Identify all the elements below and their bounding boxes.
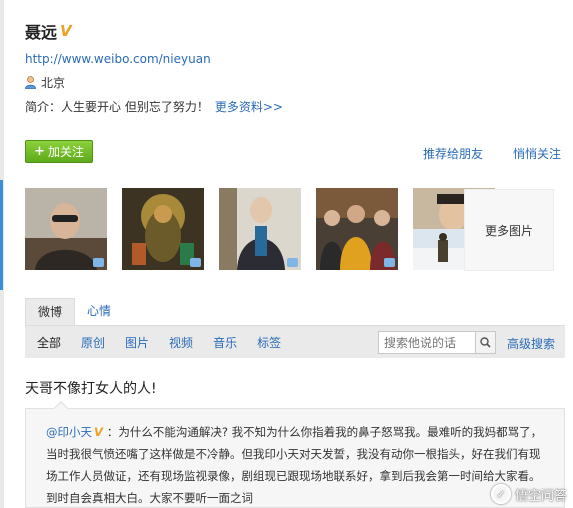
quoted-post: @印小天 V ：为什么不能沟通解决? 我不知为什么你指着我的鼻子怒骂我。最难听的我妈… <box>25 400 565 508</box>
feed-tabs-area: 微博 心情 全部 原创 图片 视频 音乐 标签 高级搜索 <box>25 298 565 358</box>
intro-text: 人生要开心 但别忘了努力！ <box>61 100 209 114</box>
watermark: ✓ 悟空问答 <box>490 484 567 504</box>
profile-name: 聂远 <box>25 23 58 42</box>
tab-bar: 微博 心情 <box>25 298 565 325</box>
quiet-follow-link[interactable]: 悄悄关注 <box>513 145 561 162</box>
tab-weibo[interactable]: 微博 <box>25 298 76 325</box>
recommend-to-friend-link[interactable]: 推荐给朋友 <box>423 145 483 162</box>
wukong-logo-icon: ✓ <box>490 484 511 504</box>
filter-video[interactable]: 视频 <box>169 334 193 351</box>
profile-intro: 简介：人生要开心 但别忘了努力！ 更多资料>> <box>25 98 565 115</box>
quote-author-link[interactable]: @印小天 <box>46 425 92 439</box>
photo-thumbnail[interactable] <box>316 188 398 270</box>
person-icon <box>25 76 36 89</box>
photo-thumbnail[interactable] <box>219 188 301 270</box>
name-row: 聂远 V <box>25 20 565 42</box>
verified-badge-icon: V <box>60 22 72 40</box>
filter-all[interactable]: 全部 <box>37 334 61 351</box>
location-row: 北京 <box>25 74 565 91</box>
filter-music[interactable]: 音乐 <box>213 334 237 351</box>
search-box <box>378 331 496 354</box>
more-photos-button[interactable]: 更多图片 <box>464 189 554 271</box>
quote-colon: ： <box>106 425 119 439</box>
plus-icon: + <box>34 144 45 159</box>
watermark-text: 悟空问答 <box>514 488 567 504</box>
follow-label: 加关注 <box>47 145 84 159</box>
profile-header: 聂远 V http://www.weibo.com/nieyuan 北京 简介：… <box>25 20 565 115</box>
filter-tags[interactable]: 标签 <box>257 334 281 351</box>
profile-action-links: 推荐给朋友 悄悄关注 <box>423 145 561 162</box>
comment-icon <box>384 258 395 267</box>
comment-icon <box>190 258 201 267</box>
quote-notch <box>53 400 69 416</box>
comment-icon <box>93 258 104 267</box>
location-text: 北京 <box>41 76 66 90</box>
intro-label: 简介： <box>25 100 62 114</box>
follow-button[interactable]: + 加关注 <box>25 140 93 163</box>
post-text: 天哥不像打女人的人! <box>25 381 157 397</box>
comment-icon <box>287 258 298 267</box>
advanced-search-link[interactable]: 高级搜索 <box>507 335 555 352</box>
scroll-indicator <box>0 180 3 290</box>
photo-thumbnail[interactable] <box>122 188 204 270</box>
more-info-link[interactable]: 更多资料>> <box>215 100 283 114</box>
quote-text: 为什么不能沟通解决? 我不知为什么你指着我的鼻子怒骂我。最难听的我妈都骂了，当时… <box>46 425 543 505</box>
page-left-edge <box>0 0 4 508</box>
filter-images[interactable]: 图片 <box>125 334 149 351</box>
filter-original[interactable]: 原创 <box>81 334 105 351</box>
quote-body: @印小天 V ：为什么不能沟通解决? 我不知为什么你指着我的鼻子怒骂我。最难听的我妈… <box>46 421 546 508</box>
verified-badge-icon: V <box>94 425 103 439</box>
filter-bar: 全部 原创 图片 视频 音乐 标签 高级搜索 <box>25 325 565 358</box>
photo-strip <box>25 188 510 270</box>
search-input[interactable] <box>379 332 475 353</box>
profile-url-link[interactable]: http://www.weibo.com/nieyuan <box>25 52 565 66</box>
search-icon[interactable] <box>475 332 495 353</box>
photo-thumbnail[interactable] <box>25 188 107 270</box>
tab-mood[interactable]: 心情 <box>75 298 123 325</box>
